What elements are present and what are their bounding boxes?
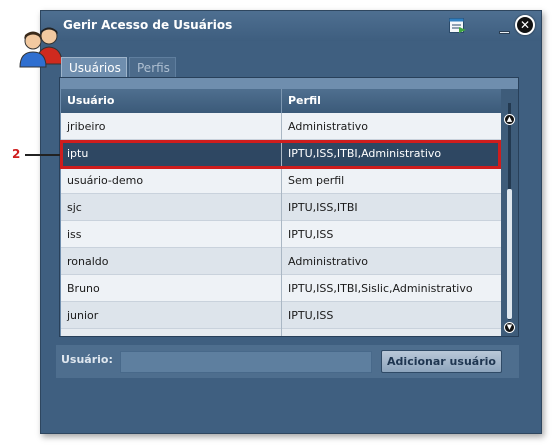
cell-profile: IPTU,ISS [288,309,334,322]
user-field-label: Usuário: [61,353,113,366]
table-header: Usuário Perfil [61,89,501,113]
cell-user: ronaldo [67,255,109,268]
users-icon [19,27,63,68]
table-export-icon[interactable] [449,18,467,34]
cell-profile: IPTU,ISS,ITBI,Sislic,Administrativo [288,282,473,295]
cell-user: iss [67,228,82,241]
users-table: Usuário Perfil jribeiro Administrativo i… [61,89,501,336]
column-divider [281,89,282,113]
scroll-thumb[interactable] [507,189,512,319]
window-title: Gerir Acesso de Usuários [63,18,233,32]
cell-profile: Sem perfil [288,174,345,187]
close-icon[interactable]: ✕ [515,15,535,35]
tab-perfis[interactable]: Perfis [129,57,176,77]
cell-profile: Administrativo [288,255,369,268]
callout-leader-line [25,154,60,156]
selected-row-highlight [60,140,501,169]
cell-profile: IPTU,ISS [288,228,334,241]
tab-usuarios[interactable]: Usuários [61,57,127,77]
cell-user: sjc [67,201,82,214]
cell-profile: Administrativo [288,120,369,133]
add-user-button[interactable]: Adicionar usuário [381,350,502,373]
minimize-icon[interactable] [499,24,511,34]
cell-user: junior [67,309,99,322]
cell-user: usuário-demo [67,174,144,187]
callout-number: 2 [12,147,21,161]
cell-profile: IPTU,ISS,ITBI [288,201,358,214]
cell-user: jribeiro [67,120,106,133]
column-header-usuario[interactable]: Usuário [67,94,115,107]
cell-user: Bruno [67,282,100,295]
user-input[interactable] [120,351,372,373]
column-header-perfil[interactable]: Perfil [288,94,321,107]
scroll-down-icon[interactable]: ▼ [504,322,515,333]
vertical-scrollbar[interactable]: ▲ ▼ [501,89,518,336]
scroll-up-icon[interactable]: ▲ [504,114,515,125]
